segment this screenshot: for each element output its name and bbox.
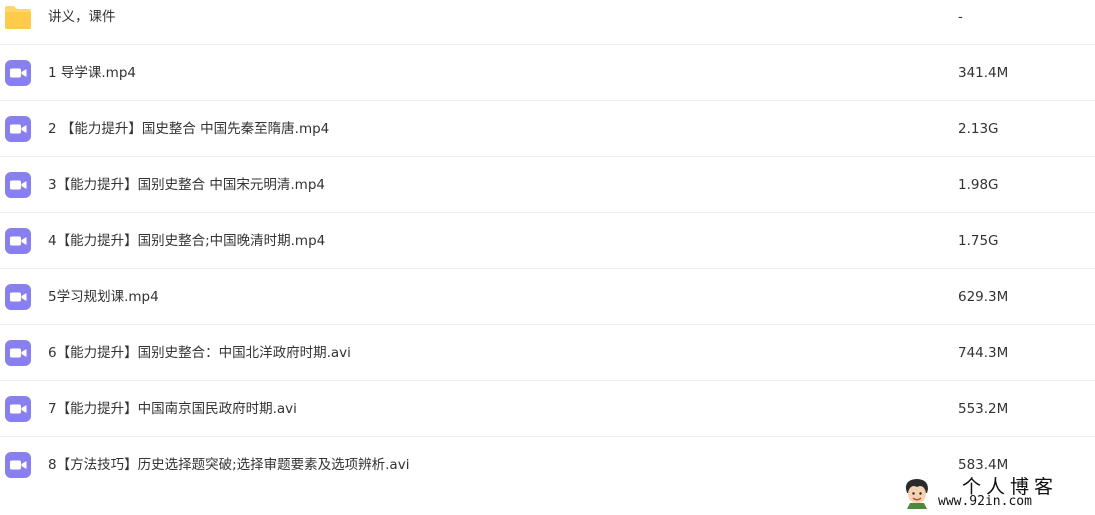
list-item-video[interactable]: 1 导学课.mp4 341.4M [0, 45, 1095, 101]
list-item-folder[interactable]: 讲义，课件 - [0, 0, 1095, 45]
video-file-icon [4, 115, 32, 143]
watermark-url: www.92in.com [938, 494, 1032, 509]
file-size: - [958, 9, 963, 25]
file-size: 629.3M [958, 289, 1009, 305]
file-size: 553.2M [958, 401, 1009, 417]
file-name[interactable]: 讲义，课件 [48, 0, 116, 45]
list-item-video[interactable]: 2 【能力提升】国史整合 中国先秦至隋唐.mp4 2.13G [0, 101, 1095, 157]
file-size: 2.13G [958, 121, 999, 137]
video-file-icon [4, 283, 32, 311]
file-name[interactable]: 6【能力提升】国别史整合：中国北洋政府时期.avi [48, 325, 351, 381]
file-name[interactable]: 1 导学课.mp4 [48, 45, 136, 101]
video-file-icon [4, 227, 32, 255]
video-file-icon [4, 59, 32, 87]
file-name[interactable]: 5学习规划课.mp4 [48, 269, 159, 325]
file-size: 1.98G [958, 177, 999, 193]
list-item-video[interactable]: 7【能力提升】中国南京国民政府时期.avi 553.2M [0, 381, 1095, 437]
file-name[interactable]: 4【能力提升】国别史整合;中国晚清时期.mp4 [48, 213, 325, 269]
list-item-video[interactable]: 5学习规划课.mp4 629.3M [0, 269, 1095, 325]
blog-watermark: 个人博客 www.92in.com [900, 474, 1090, 512]
file-name[interactable]: 7【能力提升】中国南京国民政府时期.avi [48, 381, 297, 437]
list-item-video[interactable]: 4【能力提升】国别史整合;中国晚清时期.mp4 1.75G [0, 213, 1095, 269]
file-size: 1.75G [958, 233, 999, 249]
video-file-icon [4, 171, 32, 199]
cartoon-avatar-icon [902, 477, 932, 509]
video-file-icon [4, 395, 32, 423]
video-file-icon [4, 339, 32, 367]
file-list: 讲义，课件 - 1 导学课.mp4 341.4M 2 【能力提升】国史整合 中国… [0, 0, 1095, 493]
video-file-icon [4, 451, 32, 479]
file-name[interactable]: 2 【能力提升】国史整合 中国先秦至隋唐.mp4 [48, 101, 329, 157]
folder-icon [4, 3, 32, 31]
file-size: 341.4M [958, 65, 1009, 81]
file-size: 744.3M [958, 345, 1009, 361]
file-name[interactable]: 8【方法技巧】历史选择题突破;选择审题要素及选项辨析.avi [48, 437, 409, 493]
list-item-video[interactable]: 6【能力提升】国别史整合：中国北洋政府时期.avi 744.3M [0, 325, 1095, 381]
list-item-video[interactable]: 3【能力提升】国别史整合 中国宋元明清.mp4 1.98G [0, 157, 1095, 213]
file-name[interactable]: 3【能力提升】国别史整合 中国宋元明清.mp4 [48, 157, 325, 213]
